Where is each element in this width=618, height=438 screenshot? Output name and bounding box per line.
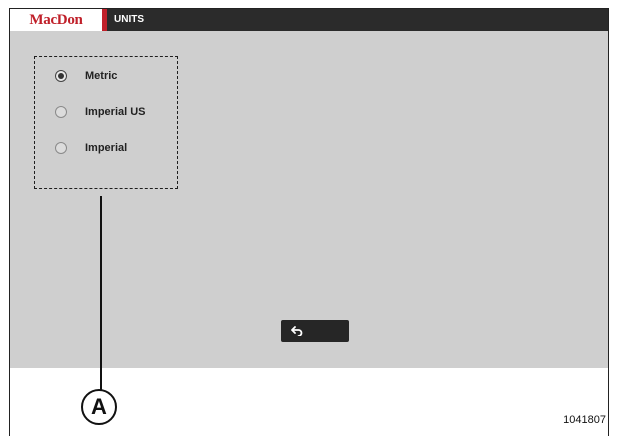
option-label: Metric <box>85 70 118 82</box>
macdon-logo: MacDon <box>10 9 102 31</box>
back-arrow-icon <box>291 326 303 336</box>
logo-divider <box>102 9 107 31</box>
callout-leader-line <box>100 196 102 390</box>
option-label: Imperial <box>85 142 128 154</box>
page-title: UNITS <box>114 14 144 25</box>
radio-unchecked-icon[interactable] <box>55 142 67 154</box>
callout-a: A <box>81 389 117 425</box>
title-bar: MacDon UNITS <box>10 9 608 31</box>
radio-option-imperial[interactable]: Imperial <box>55 140 127 156</box>
figure-number: 1041807 <box>563 414 606 426</box>
radio-option-imperial-us[interactable]: Imperial US <box>55 104 146 120</box>
option-label: Imperial US <box>85 106 146 118</box>
radio-checked-icon[interactable] <box>55 70 67 82</box>
units-option-group: Metric Imperial US Imperial <box>34 56 178 189</box>
radio-option-metric[interactable]: Metric <box>55 68 117 84</box>
back-button[interactable] <box>281 320 349 342</box>
radio-unchecked-icon[interactable] <box>55 106 67 118</box>
